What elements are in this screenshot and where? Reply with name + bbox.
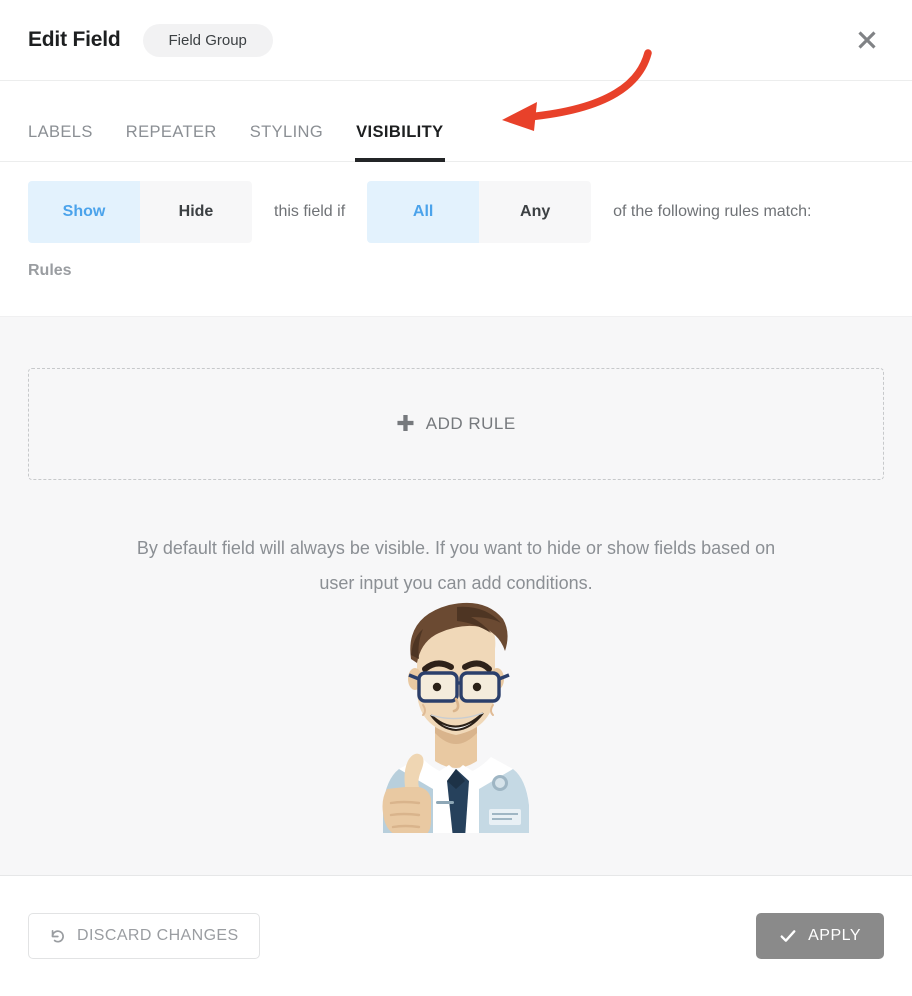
add-rule-button[interactable]: ✚ ADD RULE — [28, 368, 884, 480]
tab-visibility[interactable]: VISIBILITY — [355, 123, 445, 162]
show-toggle-button[interactable]: Show — [28, 181, 140, 243]
rules-helper-text: By default field will always be visible.… — [136, 538, 776, 593]
close-icon — [855, 28, 879, 52]
tab-styling[interactable]: STYLING — [250, 123, 323, 161]
hide-toggle-button[interactable]: Hide — [140, 181, 252, 243]
page-title: Edit Field — [28, 28, 121, 51]
condition-middle-text: this field if — [274, 203, 346, 220]
all-toggle-button[interactable]: All — [367, 181, 480, 243]
rules-label-wrapper: Rules — [0, 262, 912, 316]
modal-footer: DISCARD CHANGES APPLY — [0, 876, 912, 996]
undo-icon — [49, 928, 66, 945]
add-rule-inner: ✚ ADD RULE — [396, 413, 515, 435]
all-any-toggle-group: All Any — [367, 181, 592, 243]
field-type-badge: Field Group — [142, 23, 273, 57]
tab-repeater[interactable]: REPEATER — [126, 123, 217, 161]
edit-field-modal: Edit Field Field Group LABELS REPEATER S… — [0, 0, 912, 996]
close-button[interactable] — [850, 23, 884, 57]
discard-changes-label: DISCARD CHANGES — [77, 927, 239, 944]
condition-trailing-text: of the following rules match: — [613, 203, 812, 220]
visibility-condition-row: Show Hide this field if All Any of the f… — [0, 162, 912, 262]
modal-header: Edit Field Field Group — [0, 0, 912, 81]
discard-changes-button[interactable]: DISCARD CHANGES — [28, 913, 260, 959]
illustration-wrapper — [0, 593, 912, 875]
plus-icon: ✚ — [396, 411, 415, 436]
apply-label: APPLY — [808, 927, 861, 944]
check-icon — [779, 927, 797, 945]
man-with-glasses-thumbs-up-illustration — [361, 593, 551, 875]
add-rule-label: ADD RULE — [425, 414, 516, 433]
rules-content-panel: ✚ ADD RULE By default field will always … — [0, 316, 912, 876]
show-hide-toggle-group: Show Hide — [28, 181, 252, 243]
any-toggle-button[interactable]: Any — [479, 181, 592, 243]
rules-section-label: Rules — [28, 262, 72, 279]
tab-bar: LABELS REPEATER STYLING VISIBILITY — [0, 81, 912, 162]
apply-button[interactable]: APPLY — [756, 913, 884, 959]
tab-labels[interactable]: LABELS — [28, 123, 93, 161]
